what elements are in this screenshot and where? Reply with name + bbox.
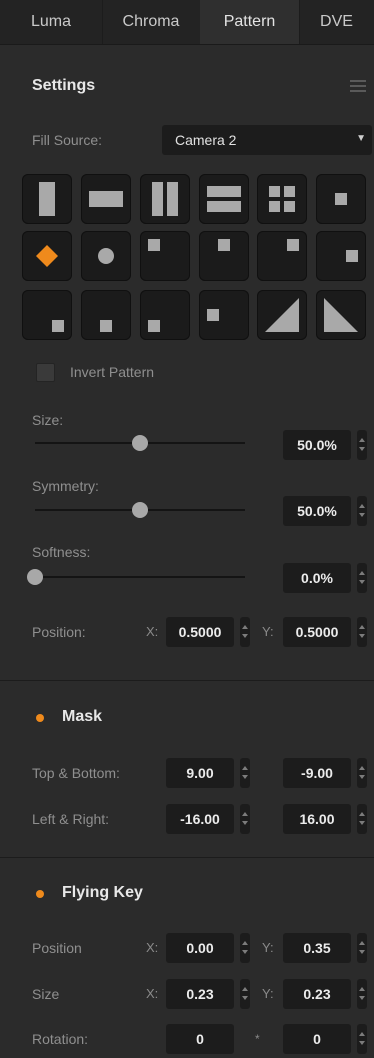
rotation-separator: * (255, 1032, 260, 1046)
size-label: Size: (32, 412, 64, 428)
divider (0, 857, 374, 858)
pattern-button[interactable] (140, 174, 190, 224)
fk-size-y-label: Y: (262, 986, 274, 1001)
symmetry-slider-knob[interactable] (132, 502, 148, 518)
fill-source-value: Camera 2 (175, 132, 237, 148)
tab-pattern[interactable]: Pattern (200, 0, 300, 44)
symmetry-stepper[interactable] (357, 496, 367, 526)
fk-rotation-field-2[interactable]: 0 (283, 1024, 351, 1054)
pattern-button[interactable] (316, 174, 366, 224)
top-bottom-label: Top & Bottom: (32, 765, 120, 781)
fk-rotation-stepper[interactable] (357, 1024, 367, 1054)
mask-right-field[interactable]: 16.00 (283, 804, 351, 834)
mask-left-field[interactable]: -16.00 (166, 804, 234, 834)
mask-top-field[interactable]: 9.00 (166, 758, 234, 788)
pattern-button[interactable] (140, 231, 190, 281)
softness-value-field[interactable]: 0.0% (283, 563, 351, 593)
mask-enable-toggle[interactable] (36, 714, 44, 722)
mask-top-stepper[interactable] (240, 758, 250, 788)
left-right-label: Left & Right: (32, 811, 110, 827)
pattern-button[interactable] (140, 290, 190, 340)
pattern-button[interactable] (257, 290, 307, 340)
fk-position-y-field[interactable]: 0.35 (283, 933, 351, 963)
mask-title: Mask (62, 708, 103, 725)
chevron-down-icon: ▼ (356, 133, 366, 144)
position-label: Position: (32, 624, 86, 640)
position-y-label: Y: (262, 624, 274, 639)
fk-size-x-field[interactable]: 0.23 (166, 979, 234, 1009)
pattern-button[interactable] (199, 290, 249, 340)
fk-size-x-stepper[interactable] (240, 979, 250, 1009)
pattern-button[interactable] (316, 290, 366, 340)
pattern-button[interactable] (22, 231, 72, 281)
position-x-stepper[interactable] (240, 617, 250, 647)
fk-position-x-field[interactable]: 0.00 (166, 933, 234, 963)
settings-title: Settings (32, 77, 96, 94)
fill-source-label: Fill Source: (32, 132, 103, 148)
position-y-field[interactable]: 0.5000 (283, 617, 351, 647)
fk-position-y-label: Y: (262, 940, 274, 955)
flying-key-title: Flying Key (62, 884, 143, 901)
size-value-field[interactable]: 50.0% (283, 430, 351, 460)
size-slider-knob[interactable] (132, 435, 148, 451)
fk-size-label: Size (32, 986, 60, 1002)
symmetry-value-field[interactable]: 50.0% (283, 496, 351, 526)
tab-chroma[interactable]: Chroma (102, 0, 201, 44)
invert-pattern-label: Invert Pattern (70, 364, 155, 380)
position-x-label: X: (146, 624, 159, 639)
softness-slider-knob[interactable] (27, 569, 43, 585)
pattern-button[interactable] (81, 231, 131, 281)
fk-size-y-stepper[interactable] (357, 979, 367, 1009)
softness-slider-track[interactable] (35, 576, 245, 578)
pattern-button[interactable] (199, 231, 249, 281)
fk-size-y-field[interactable]: 0.23 (283, 979, 351, 1009)
pattern-button[interactable] (199, 174, 249, 224)
fk-rotation-label: Rotation: (32, 1031, 89, 1047)
pattern-button[interactable] (316, 231, 366, 281)
flying-key-enable-toggle[interactable] (36, 890, 44, 898)
tab-luma[interactable]: Luma (0, 0, 103, 44)
menu-icon[interactable] (350, 80, 366, 92)
symmetry-label: Symmetry: (32, 478, 99, 494)
pattern-button[interactable] (257, 231, 307, 281)
invert-pattern-checkbox[interactable] (36, 363, 55, 382)
mask-bottom-field[interactable]: -9.00 (283, 758, 351, 788)
fill-source-dropdown[interactable]: Camera 2 ▼ (162, 125, 372, 155)
pattern-button[interactable] (257, 174, 307, 224)
tab-dve[interactable]: DVE (299, 0, 374, 44)
fk-position-label: Position (32, 940, 82, 956)
fk-size-x-label: X: (146, 986, 159, 1001)
softness-stepper[interactable] (357, 563, 367, 593)
position-x-field[interactable]: 0.5000 (166, 617, 234, 647)
fk-rotation-field-1[interactable]: 0 (166, 1024, 234, 1054)
pattern-button[interactable] (22, 174, 72, 224)
mask-bottom-stepper[interactable] (357, 758, 367, 788)
size-stepper[interactable] (357, 430, 367, 460)
pattern-button[interactable] (81, 290, 131, 340)
mask-left-stepper[interactable] (240, 804, 250, 834)
fk-position-x-stepper[interactable] (240, 933, 250, 963)
fk-position-y-stepper[interactable] (357, 933, 367, 963)
divider (0, 680, 374, 681)
pattern-button[interactable] (81, 174, 131, 224)
position-y-stepper[interactable] (357, 617, 367, 647)
tab-bar: Luma Chroma Pattern DVE (0, 0, 374, 45)
fk-position-x-label: X: (146, 940, 159, 955)
softness-label: Softness: (32, 544, 91, 560)
pattern-button[interactable] (22, 290, 72, 340)
mask-right-stepper[interactable] (357, 804, 367, 834)
